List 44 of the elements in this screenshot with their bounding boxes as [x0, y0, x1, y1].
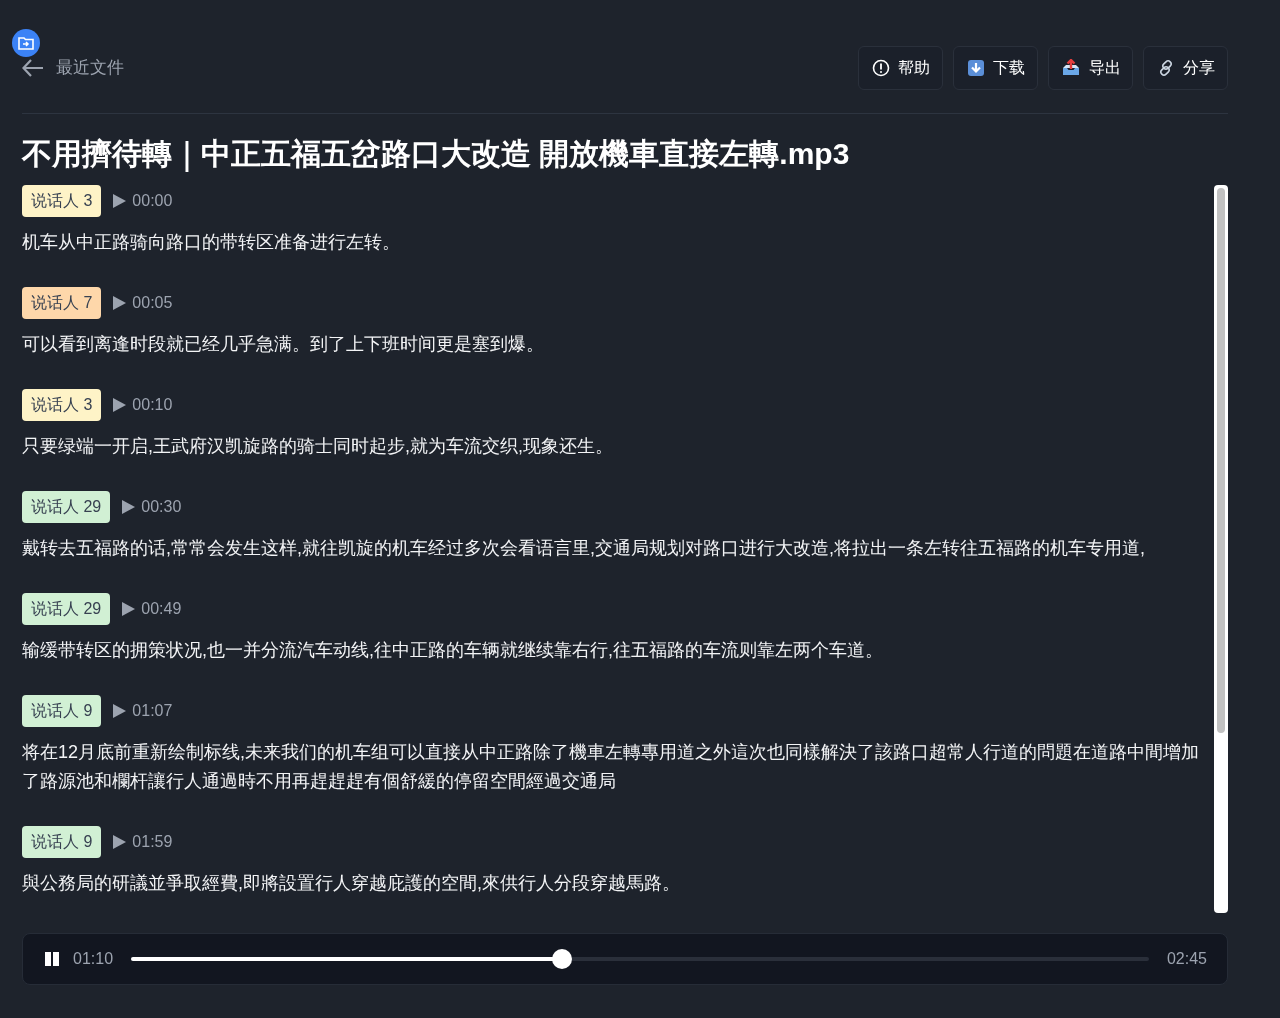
transcript-text: 與公務局的研議並爭取經費,即將設置行人穿越庇護的空間,來供行人分段穿越馬路。	[22, 872, 681, 895]
play-icon[interactable]	[113, 835, 127, 849]
transcript-text: 将在12月底前重新绘制标线,未来我们的机车组可以直接从中正路除了機車左轉專用道之外這次也同樣解決了該路口超常人行道的問題在道路中間增加了路源池和欄杆讓行人通過時不用再趕趕趕有個舒緩的停留空間經過交通局	[22, 741, 1201, 793]
pause-button[interactable]	[43, 950, 61, 968]
back-label: 最近文件	[56, 57, 124, 80]
file-title: 不用擠待轉｜中正五福五岔路口大改造 開放機車直接左轉.mp3	[22, 136, 851, 174]
speaker-tag[interactable]: 说话人 3	[22, 185, 102, 217]
transcript-text: 输缓带转区的拥策状况,也一并分流汽车动线,往中正路的车辆就继续靠右行,往五福路的车流则靠左两个车道。	[22, 639, 884, 662]
help-button[interactable]: 帮助	[858, 46, 943, 90]
export-button[interactable]: 导出	[1048, 46, 1133, 90]
timestamp[interactable]: 00:00	[132, 189, 173, 213]
transcript-text: 戴转去五福路的话,常常会发生这样,就往凯旋的机车经过多次会看语言里,交通局规划对路口进行大改造,将拉出一条左转往五福路的机车专用道,	[22, 537, 1146, 560]
transcript-text: 机车从中正路骑向路口的带转区准备进行左转。	[22, 231, 401, 254]
play-icon[interactable]	[113, 296, 127, 310]
timestamp[interactable]: 00:30	[141, 495, 182, 519]
play-icon[interactable]	[122, 500, 136, 514]
share-button[interactable]: 分享	[1143, 46, 1228, 90]
back-link[interactable]: 最近文件	[22, 55, 124, 81]
play-icon[interactable]	[122, 602, 136, 616]
speaker-tag[interactable]: 说话人 29	[22, 593, 111, 625]
timestamp[interactable]: 00:05	[132, 291, 173, 315]
progress-thumb[interactable]	[551, 949, 572, 969]
info-circle-icon	[871, 59, 890, 77]
play-icon[interactable]	[113, 704, 127, 718]
outbox-tray-icon	[1060, 59, 1081, 77]
download-button[interactable]: 下载	[953, 46, 1038, 90]
speaker-tag[interactable]: 说话人 29	[22, 491, 111, 523]
current-time: 01:10	[73, 949, 114, 969]
transcript-text: 可以看到离逢时段就已经几乎急满。到了上下班时间更是塞到爆。	[22, 333, 545, 356]
back-arrow-icon	[22, 59, 44, 77]
folder-badge-icon[interactable]	[12, 29, 40, 57]
scrollbar[interactable]	[1214, 185, 1228, 913]
speaker-tag[interactable]: 说话人 7	[22, 287, 102, 319]
speaker-tag[interactable]: 说话人 3	[22, 389, 102, 421]
transcript-text: 只要绿端一开启,王武府汉凯旋路的骑士同时起步,就为车流交织,现象还生。	[22, 435, 614, 458]
timestamp[interactable]: 00:49	[141, 597, 182, 621]
timestamp[interactable]: 01:59	[132, 830, 173, 854]
speaker-tag[interactable]: 说话人 9	[22, 826, 102, 858]
speaker-tag[interactable]: 说话人 9	[22, 695, 102, 727]
play-icon[interactable]	[113, 398, 127, 412]
timestamp[interactable]: 00:10	[132, 393, 173, 417]
duration-time: 02:45	[1166, 949, 1207, 969]
timestamp[interactable]: 01:07	[132, 699, 173, 723]
play-icon[interactable]	[113, 194, 127, 208]
